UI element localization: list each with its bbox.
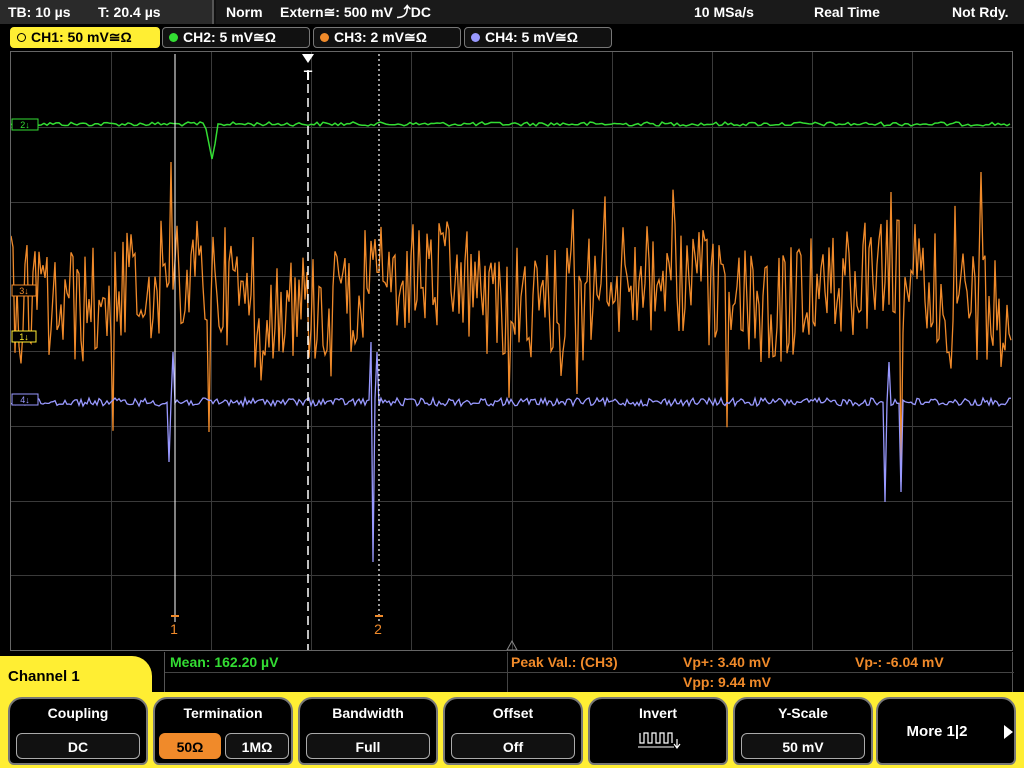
termination-50ohm-option[interactable]: 50Ω	[159, 733, 221, 759]
ch1-indicator-icon	[17, 33, 26, 42]
tab-ch1-label: CH1: 50 mV≅Ω	[31, 29, 132, 45]
termination-title: Termination	[183, 705, 263, 721]
y-scale-value[interactable]: 50 mV	[741, 733, 865, 759]
mean-measurement: Mean: 162.20 µV	[170, 654, 279, 670]
termination-1mohm-option[interactable]: 1MΩ	[225, 733, 289, 759]
tab-ch3[interactable]: CH3: 2 mV≅Ω	[313, 27, 461, 48]
waveform-canvas: T 1 2 2↓ 3↓ 1↓ 4↓	[11, 52, 1012, 650]
measurement-divider-vertical	[507, 652, 508, 692]
invert-waveform-icon	[638, 732, 681, 749]
tab-ch2[interactable]: CH2: 5 mV≅Ω	[162, 27, 310, 48]
bandwidth-title: Bandwidth	[332, 705, 404, 721]
cursor-1-label: 1	[170, 621, 178, 637]
y-scale-softkey[interactable]: Y-Scale 50 mV	[733, 697, 873, 765]
termination-softkey[interactable]: Termination 50Ω 1MΩ	[153, 697, 293, 765]
sample-rate: 10 MSa/s	[694, 4, 754, 20]
coupling-value[interactable]: DC	[16, 733, 140, 759]
ch2-offset-marker[interactable]: 2↓	[11, 118, 39, 131]
vp-minus-measurement: Vp-: -6.04 mV	[855, 654, 944, 670]
invert-title: Invert	[638, 705, 678, 721]
peak-value-title: Peak Val.: (CH3)	[511, 654, 618, 670]
ready-status: Not Rdy.	[952, 4, 1009, 20]
bandwidth-value[interactable]: Full	[306, 733, 430, 759]
arrow-right-icon	[1004, 725, 1013, 739]
coupling-softkey[interactable]: Coupling DC	[8, 697, 148, 765]
tab-ch4[interactable]: CH4: 5 mV≅Ω	[464, 27, 612, 48]
timebase-panel[interactable]: TB: 10 µs T: 20.4 µs	[0, 0, 214, 24]
ch3-trace	[11, 161, 1012, 483]
coupling-title: Coupling	[47, 705, 109, 721]
trigger-panel[interactable]: Norm Extern≅: 500 mV ⤴DC 10 MSa/s Real T…	[216, 0, 1024, 24]
ch4-marker-label: 4↓	[20, 395, 30, 405]
trigger-arrow-icon[interactable]	[302, 54, 314, 63]
offset-value[interactable]: Off	[451, 733, 575, 759]
channel-tabs: CH1: 50 mV≅Ω CH2: 5 mV≅Ω CH3: 2 mV≅Ω CH4…	[0, 24, 1024, 52]
ch3-indicator-icon	[320, 33, 329, 42]
ch3-offset-marker[interactable]: 3↓	[11, 284, 37, 297]
y-scale-title: Y-Scale	[778, 705, 828, 721]
ch2-marker-label: 2↓	[20, 120, 30, 130]
measurement-panel[interactable]: Mean: 162.20 µV Peak Val.: (CH3) Vp+: 3.…	[164, 652, 1014, 692]
ch2-indicator-icon	[169, 33, 178, 42]
ch1-marker-label: 1↓	[19, 332, 29, 342]
acquisition-mode: Real Time	[814, 4, 880, 20]
ch4-indicator-icon	[471, 33, 480, 42]
invert-softkey[interactable]: Invert	[588, 697, 728, 765]
ch3-marker-label: 3↓	[19, 286, 29, 296]
trigger-position-readout: T: 20.4 µs	[98, 4, 161, 20]
trigger-marker-label: T	[304, 67, 313, 83]
offset-title: Offset	[492, 705, 534, 721]
ch4-trace	[11, 341, 1012, 563]
timebase-readout: TB: 10 µs	[8, 4, 71, 20]
tab-ch1[interactable]: CH1: 50 mV≅Ω	[10, 27, 160, 48]
cursor-2-label: 2	[374, 621, 382, 637]
tab-ch2-label: CH2: 5 mV≅Ω	[183, 29, 276, 45]
tab-ch3-label: CH3: 2 mV≅Ω	[334, 29, 427, 45]
offset-softkey[interactable]: Offset Off	[443, 697, 583, 765]
waveform-display[interactable]: T 1 2 2↓ 3↓ 1↓ 4↓	[10, 51, 1013, 651]
vpp-measurement: Vpp: 9.44 mV	[683, 674, 771, 690]
graticule	[11, 52, 1012, 650]
ch1-offset-marker[interactable]: 1↓	[11, 330, 37, 343]
more-softkey[interactable]: More 1|2	[876, 697, 1016, 765]
more-label: More 1|2	[906, 723, 968, 740]
vp-plus-measurement: Vp+: 3.40 mV	[683, 654, 771, 670]
trigger-source: Extern≅: 500 mV ⤴DC	[280, 4, 431, 20]
trigger-mode: Norm	[226, 4, 263, 20]
measurement-divider	[165, 672, 1014, 673]
tab-ch4-label: CH4: 5 mV≅Ω	[485, 29, 578, 45]
ch4-offset-marker[interactable]: 4↓	[11, 393, 39, 406]
bandwidth-softkey[interactable]: Bandwidth Full	[298, 697, 438, 765]
status-bar: TB: 10 µs T: 20.4 µs Norm Extern≅: 500 m…	[0, 0, 1024, 24]
